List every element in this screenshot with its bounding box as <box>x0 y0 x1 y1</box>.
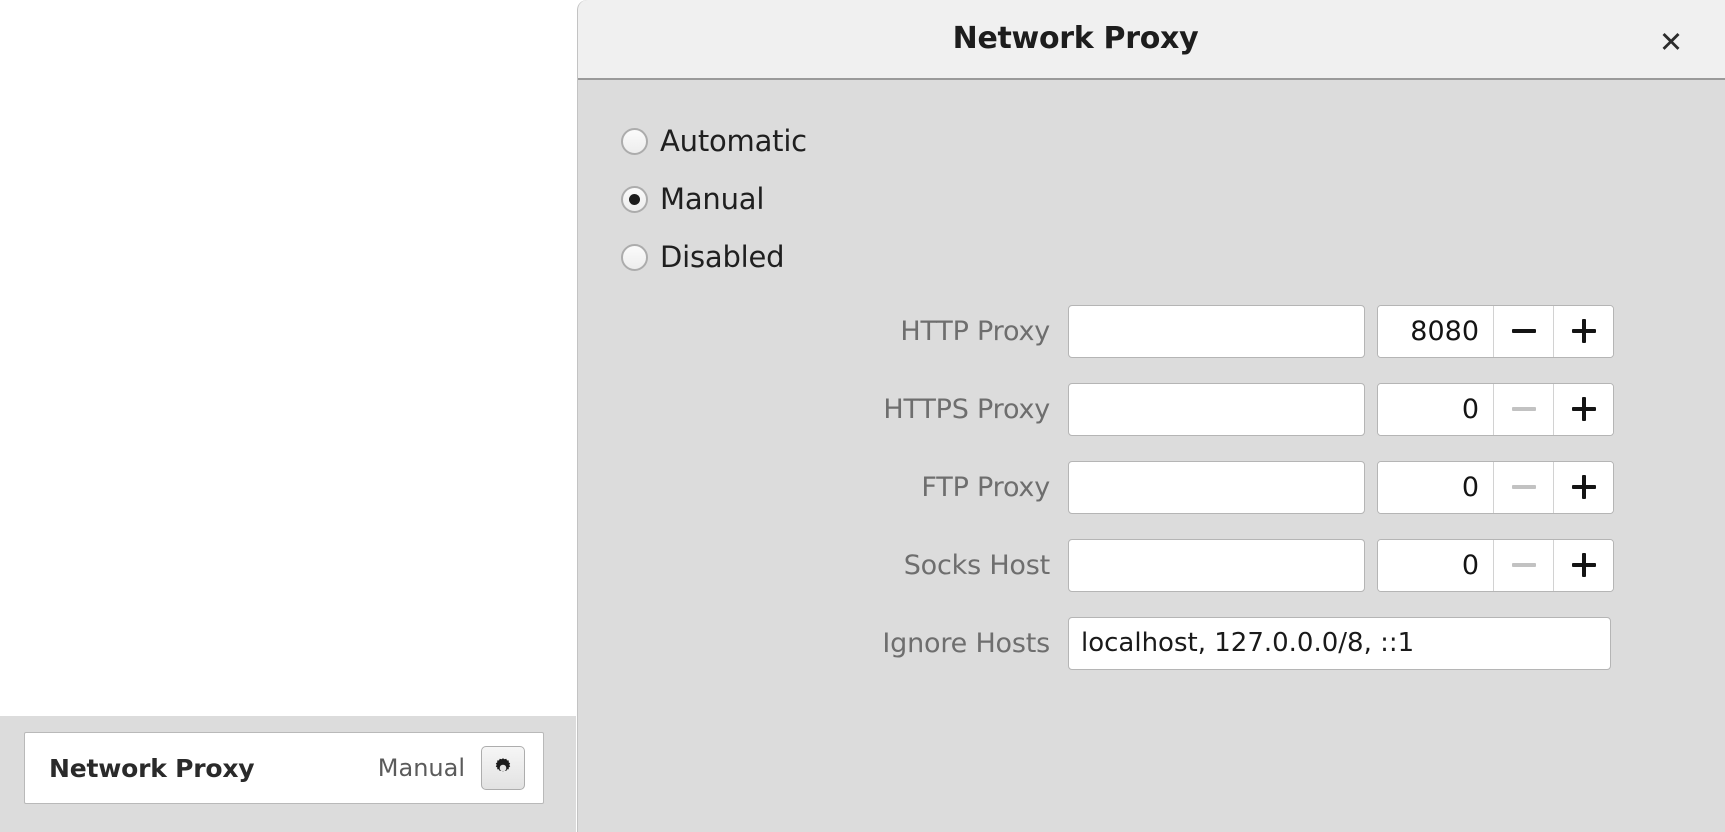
label-http-proxy: HTTP Proxy <box>900 315 1050 347</box>
spinner-https-proxy-port <box>1377 382 1614 436</box>
ftp-proxy-port-plus-button[interactable] <box>1553 461 1613 513</box>
field-row-socks-host: Socks Host <box>578 526 1725 604</box>
radio-option-disabled[interactable]: Disabled <box>621 228 981 286</box>
network-proxy-dialog: Network Proxy ✕ Automatic Manual Disable… <box>577 0 1725 832</box>
proxy-fields: HTTP Proxy HTTPS Proxy <box>578 292 1725 682</box>
radio-label-manual: Manual <box>660 182 765 216</box>
radio-mark-manual[interactable] <box>621 185 648 213</box>
input-socks-host[interactable] <box>1068 538 1365 592</box>
input-ftp-proxy-port[interactable] <box>1378 461 1493 513</box>
radio-mark-automatic[interactable] <box>621 127 648 155</box>
minus-icon <box>1511 563 1536 567</box>
input-http-proxy-port[interactable] <box>1378 305 1493 357</box>
ftp-proxy-port-minus-button[interactable] <box>1493 461 1553 513</box>
field-row-ftp-proxy: FTP Proxy <box>578 448 1725 526</box>
close-icon[interactable]: ✕ <box>1651 22 1691 62</box>
minus-icon <box>1511 485 1536 489</box>
spinner-socks-host-port <box>1377 538 1614 592</box>
radio-mark-disabled[interactable] <box>621 243 648 271</box>
https-proxy-port-minus-button[interactable] <box>1493 383 1553 435</box>
dialog-header: Network Proxy ✕ <box>578 0 1725 80</box>
input-https-proxy-host[interactable] <box>1068 382 1365 436</box>
field-row-ignore-hosts: Ignore Hosts <box>578 604 1725 682</box>
field-row-http-proxy: HTTP Proxy <box>578 292 1725 370</box>
dialog-title-text: Network Proxy <box>952 21 1199 56</box>
input-https-proxy-port[interactable] <box>1378 383 1493 435</box>
dialog-body: Automatic Manual Disabled HTTP Proxy 808… <box>578 80 1725 832</box>
radio-label-disabled: Disabled <box>660 240 785 274</box>
label-ftp-proxy: FTP Proxy <box>921 471 1050 503</box>
minus-icon <box>1511 329 1536 333</box>
gear-icon <box>495 758 511 772</box>
minus-icon <box>1511 407 1536 411</box>
socks-host-port-minus-button[interactable] <box>1493 539 1553 591</box>
input-http-proxy-host[interactable] <box>1068 304 1365 358</box>
label-ignore-hosts: Ignore Hosts <box>882 627 1050 659</box>
https-proxy-port-plus-button[interactable] <box>1553 383 1613 435</box>
http-proxy-port-plus-button[interactable] <box>1553 305 1613 357</box>
plus-icon <box>1571 475 1596 499</box>
plus-icon <box>1571 553 1596 577</box>
plus-icon <box>1571 397 1596 421</box>
spinner-http-proxy-port <box>1377 304 1614 358</box>
proxy-mode-radio-group: Automatic Manual Disabled <box>621 112 981 286</box>
screen: Network Proxy Manual Network Proxy ✕ Aut… <box>0 0 1725 832</box>
network-proxy-row-value: Manual <box>377 754 465 782</box>
settings-list-area: Network Proxy Manual <box>0 716 576 832</box>
plus-icon <box>1571 319 1596 343</box>
settings-background-pane: Network Proxy Manual <box>0 0 576 832</box>
input-socks-host-port[interactable] <box>1378 539 1493 591</box>
radio-option-automatic[interactable]: Automatic <box>621 112 981 170</box>
socks-host-port-plus-button[interactable] <box>1553 539 1613 591</box>
http-proxy-port-minus-button[interactable] <box>1493 305 1553 357</box>
spinner-ftp-proxy-port <box>1377 460 1614 514</box>
radio-label-automatic: Automatic <box>660 124 807 158</box>
network-proxy-row-title: Network Proxy <box>49 753 255 783</box>
input-ftp-proxy-host[interactable] <box>1068 460 1365 514</box>
network-proxy-list-row[interactable]: Network Proxy Manual <box>24 732 544 804</box>
label-socks-host: Socks Host <box>903 549 1050 581</box>
input-ignore-hosts[interactable] <box>1068 616 1611 670</box>
label-https-proxy: HTTPS Proxy <box>883 393 1050 425</box>
dialog-title: Network Proxy <box>578 21 1725 56</box>
radio-option-manual[interactable]: Manual <box>621 170 981 228</box>
field-row-https-proxy: HTTPS Proxy <box>578 370 1725 448</box>
gear-icon-button[interactable] <box>481 746 525 790</box>
